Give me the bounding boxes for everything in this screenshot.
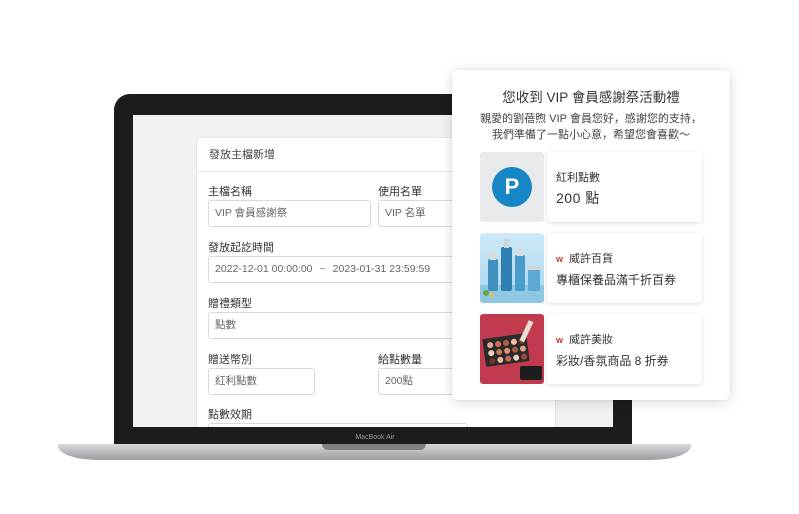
brand-logo-icon: w xyxy=(556,254,564,264)
validity-input[interactable] xyxy=(208,423,468,427)
laptop-notch xyxy=(322,444,426,450)
reward-item-department-store[interactable]: w 威許百貨 專櫃保養品滿千折百券 xyxy=(480,233,702,303)
reward-item-points[interactable]: P 紅利點數 200 點 xyxy=(480,152,702,222)
reward-value: 專櫃保養品滿千折百券 xyxy=(556,273,677,287)
currency-select[interactable]: 紅利點數 xyxy=(208,368,315,395)
popup-title: 您收到 VIP 會員感謝祭活動禮 xyxy=(502,90,680,105)
laptop-brand-label: MacBook Air xyxy=(355,434,395,441)
period-separator: ~ xyxy=(319,263,326,275)
reward-popup: 您收到 VIP 會員感謝祭活動禮 親愛的劉蓓煦 VIP 會員您好，感謝您的支持，… xyxy=(452,70,730,400)
field-label-name: 主檔名稱 xyxy=(208,186,252,198)
reward-card-makeup: w 威許美妝 彩妝/香氛商品 8 折券 xyxy=(547,314,702,384)
points-icon: P xyxy=(492,167,532,207)
reward-brand-label: w 威許百貨 xyxy=(556,250,613,266)
skincare-product-image xyxy=(480,233,544,303)
field-label-period: 發放起訖時間 xyxy=(208,242,274,254)
field-label-gift-type: 贈禮類型 xyxy=(208,298,252,310)
skincare-bottles-icon xyxy=(480,239,544,303)
field-label-validity: 點數效期 xyxy=(208,409,252,421)
period-input[interactable]: 2022-12-01 00:00:00 ~2023-01-31 23:59:59 xyxy=(208,256,468,283)
field-label-list: 使用名單 xyxy=(378,186,422,198)
name-input[interactable]: VIP 會員感謝祭 xyxy=(208,200,371,227)
popup-message-line2: 我們準備了一點小心意，希望您會喜歡～ xyxy=(492,129,690,141)
period-end: 2023-01-31 23:59:59 xyxy=(332,263,431,275)
reward-card-department-store: w 威許百貨 專櫃保養品滿千折百券 xyxy=(547,233,702,303)
reward-label: 威許美妝 xyxy=(569,334,614,346)
reward-card-points: 紅利點數 200 點 xyxy=(547,152,702,222)
reward-value: 彩妝/香氛商品 8 折券 xyxy=(556,354,669,368)
reward-label: 威許百貨 xyxy=(569,253,614,265)
makeup-product-image xyxy=(480,314,544,384)
field-label-amount: 給點數量 xyxy=(378,354,422,366)
field-label-currency: 贈送幣別 xyxy=(208,354,252,366)
reward-value: 200 點 xyxy=(556,190,600,206)
gift-type-select[interactable]: 點數 xyxy=(208,312,468,339)
reward-item-makeup[interactable]: w 威許美妝 彩妝/香氛商品 8 折券 xyxy=(480,314,702,384)
reward-brand-label: w 威許美妝 xyxy=(556,331,613,347)
makeup-palette-icon xyxy=(482,320,542,380)
reward-thumb-points: P xyxy=(480,152,544,222)
period-start: 2022-12-01 00:00:00 xyxy=(215,263,313,275)
popup-message-line1: 親愛的劉蓓煦 VIP 會員您好，感謝您的支持， xyxy=(480,113,702,125)
reward-label: 紅利點數 xyxy=(556,172,600,184)
brand-logo-icon: w xyxy=(556,335,564,345)
